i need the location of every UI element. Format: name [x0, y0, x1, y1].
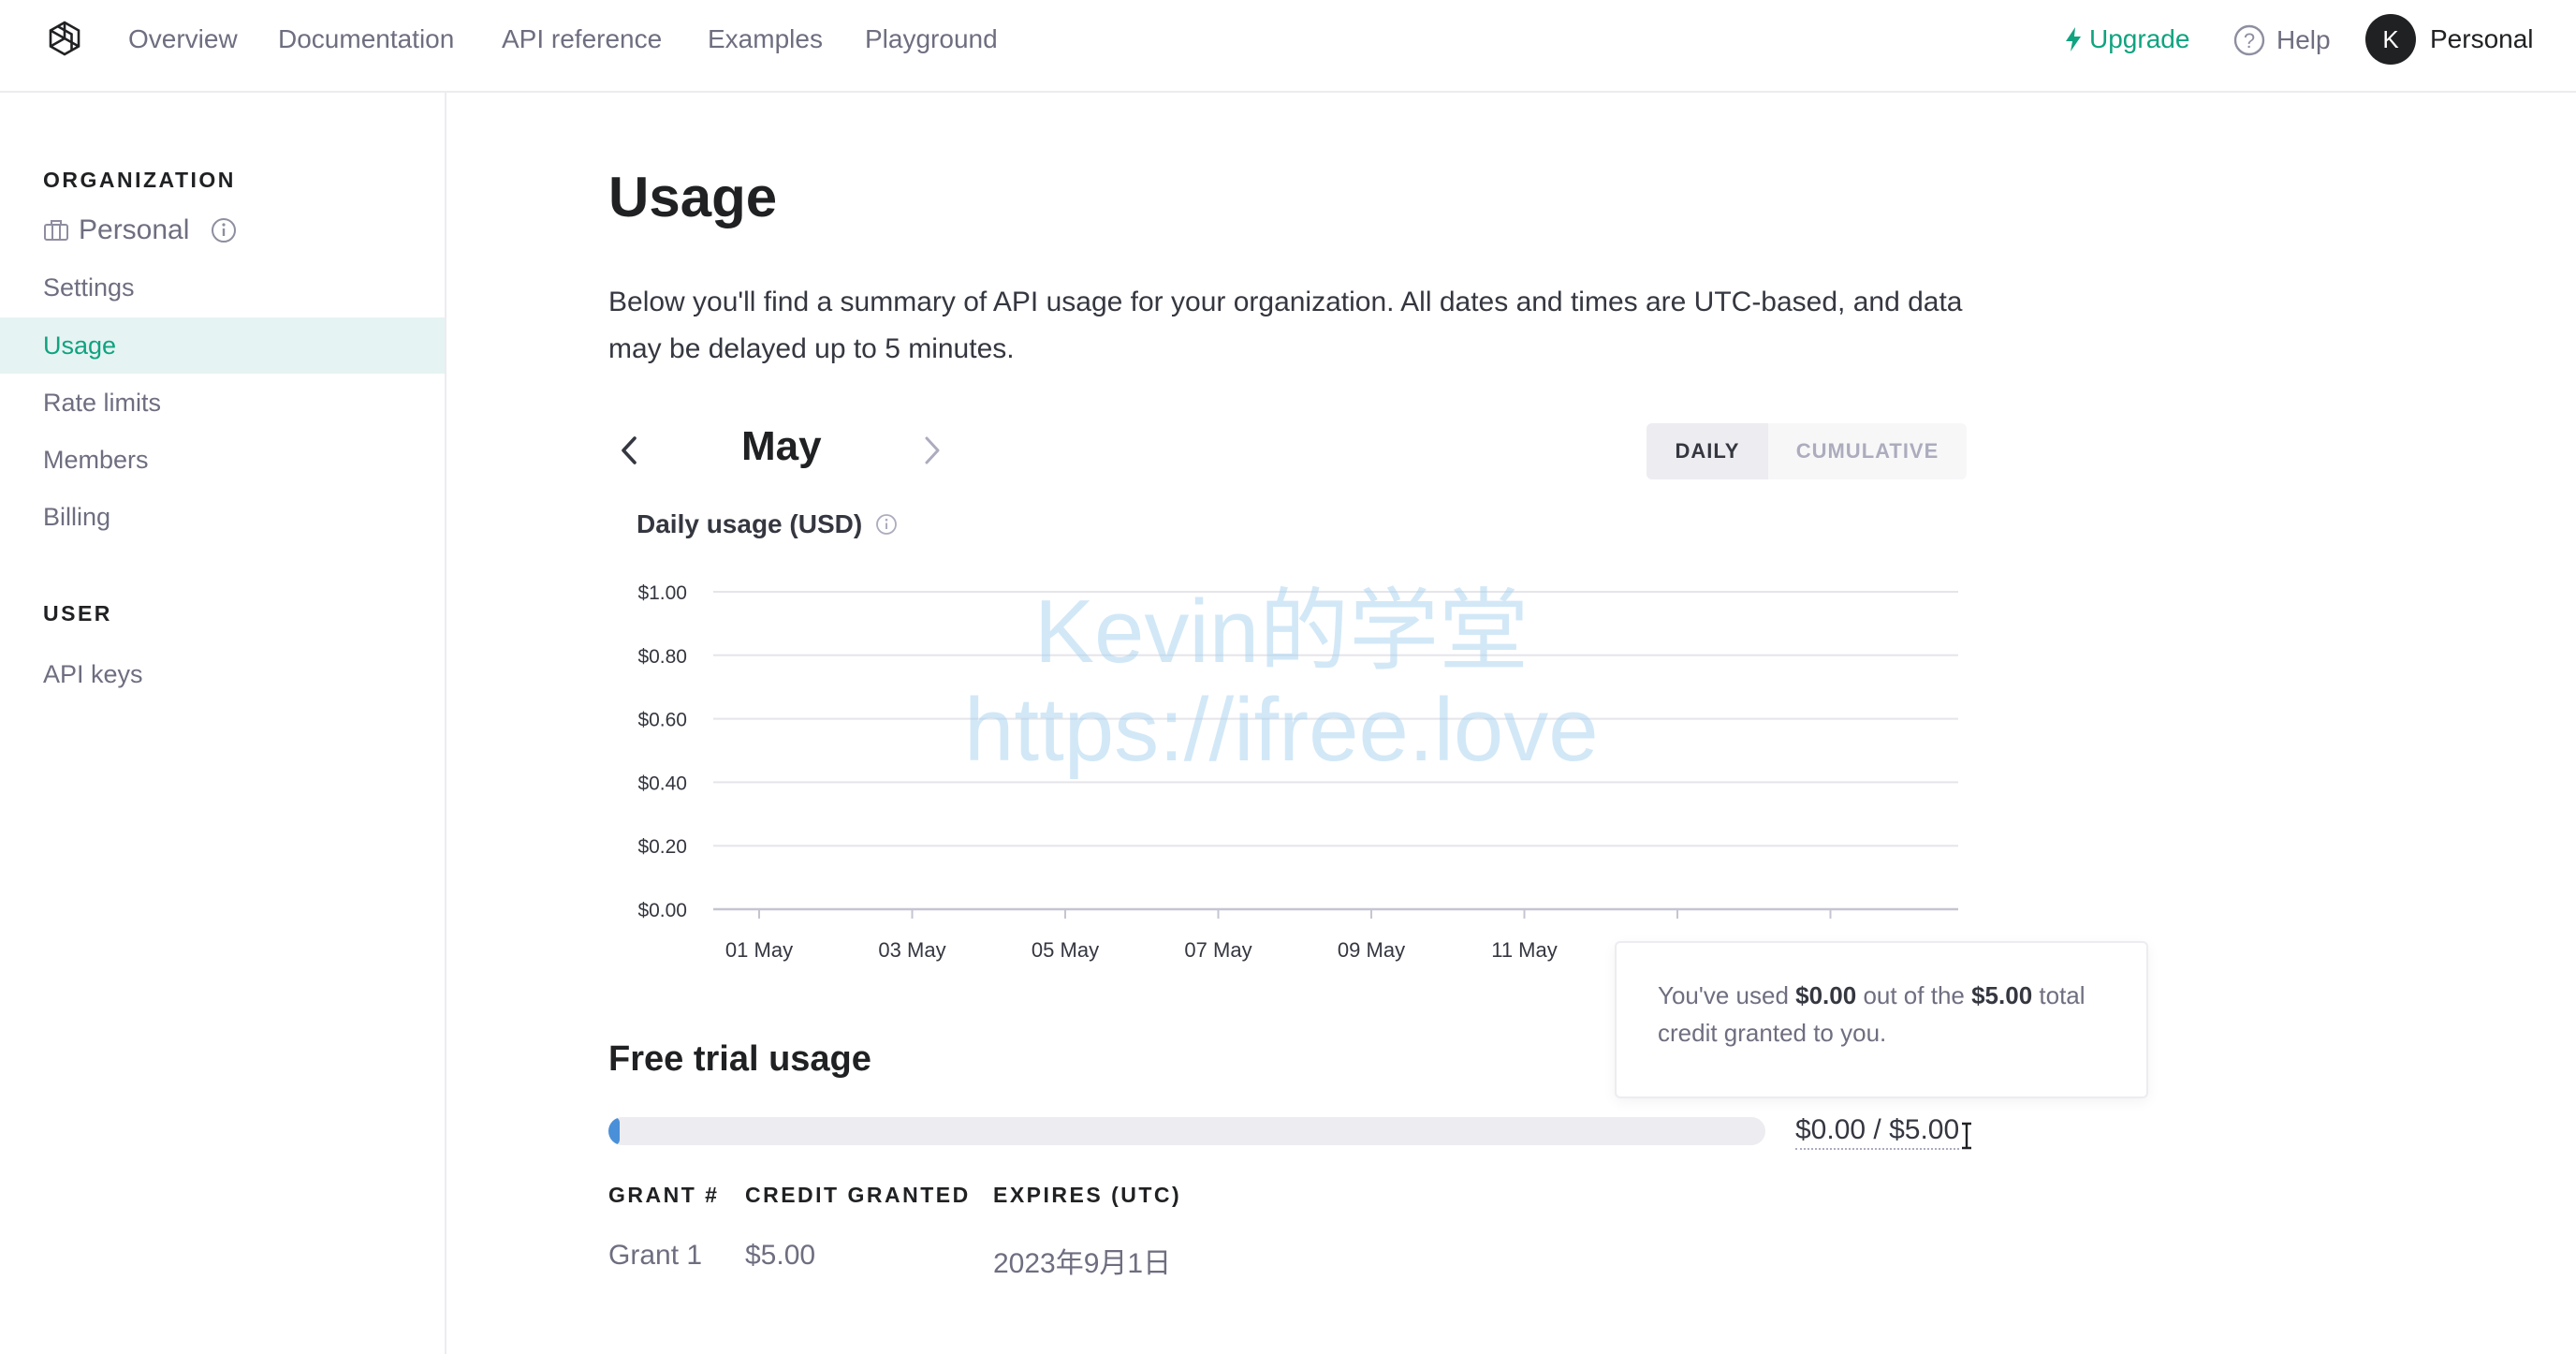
- x-tick-label: 03 May: [878, 938, 945, 962]
- toggle-cumulative[interactable]: CUMULATIVE: [1768, 423, 1967, 479]
- y-tick-label: $0.80: [637, 646, 687, 668]
- upgrade-label: Upgrade: [2089, 24, 2190, 53]
- y-tick-label: $0.60: [637, 710, 687, 731]
- grant-cell-credit: $5.00: [745, 1240, 816, 1271]
- credit-progress-text[interactable]: $0.00 / $5.00: [1795, 1114, 1960, 1150]
- chart-title-label: Daily usage (USD): [637, 509, 863, 538]
- credit-progress-bar: [608, 1117, 1765, 1145]
- free-trial-title: Free trial usage: [608, 1039, 871, 1079]
- sidebar-item-settings[interactable]: Settings: [0, 259, 445, 316]
- top-nav: Overview Documentation API reference Exa…: [0, 0, 2576, 93]
- nav-examples[interactable]: Examples: [708, 24, 823, 54]
- help-label: Help: [2276, 25, 2331, 54]
- x-tick-label: 09 May: [1338, 938, 1405, 962]
- grant-header-expires: EXPIRES (UTC): [993, 1183, 1182, 1207]
- nav-overview[interactable]: Overview: [128, 24, 238, 54]
- tooltip-used: $0.00: [1795, 981, 1857, 1009]
- building-icon: [44, 220, 68, 241]
- x-tick-label: 11 May: [1491, 938, 1558, 962]
- account-menu[interactable]: Personal: [2430, 24, 2534, 54]
- view-toggle: DAILY CUMULATIVE: [1647, 423, 1967, 479]
- credit-progress-fill: [608, 1117, 620, 1145]
- y-tick-label: $0.00: [637, 900, 687, 921]
- upgrade-link[interactable]: Upgrade: [2065, 24, 2189, 54]
- openai-logo-icon[interactable]: [41, 17, 88, 64]
- sidebar-item-billing[interactable]: Billing: [0, 489, 445, 545]
- x-tick-label: 07 May: [1184, 938, 1251, 962]
- month-navigator: May: [608, 418, 964, 483]
- text-cursor-icon: [1962, 1122, 1971, 1150]
- intro-text: Below you'll find a summary of API usage…: [608, 287, 1963, 364]
- toggle-daily[interactable]: DAILY: [1647, 423, 1768, 479]
- tooltip-total: $5.00: [1971, 981, 2033, 1009]
- grant-header-number: GRANT #: [608, 1183, 720, 1207]
- grant-cell-number: Grant 1: [608, 1240, 703, 1271]
- y-tick-label: $0.40: [637, 773, 687, 794]
- usage-tooltip: You've used $0.00 out of the $5.00 total…: [1615, 941, 2148, 1098]
- nav-documentation[interactable]: Documentation: [278, 24, 454, 54]
- y-tick-label: $0.20: [637, 836, 687, 858]
- watermark-line-2: https://ifree.love: [964, 680, 1599, 780]
- chart-title: Daily usage (USD): [637, 509, 898, 539]
- svg-text:?: ?: [2244, 29, 2255, 52]
- org-name: Personal: [79, 214, 190, 245]
- sidebar-item-api-keys[interactable]: API keys: [0, 646, 445, 702]
- nav-api-reference[interactable]: API reference: [502, 24, 662, 54]
- x-tick-label: 01 May: [725, 938, 793, 962]
- sidebar-heading-user: USER: [43, 601, 112, 625]
- sidebar-item-members[interactable]: Members: [0, 432, 445, 488]
- nav-playground[interactable]: Playground: [865, 24, 998, 54]
- grant-cell-expires: 2023年9月1日: [993, 1248, 1172, 1279]
- sidebar: ORGANIZATION Personal Settings Usage Rat…: [0, 93, 446, 1354]
- sidebar-item-usage[interactable]: Usage: [0, 317, 445, 374]
- sidebar-heading-organization: ORGANIZATION: [43, 168, 236, 192]
- x-tick-label: 05 May: [1032, 938, 1099, 962]
- tooltip-middle: out of the: [1856, 981, 1972, 1009]
- watermark-line-1: Kevin的学堂: [1034, 581, 1530, 682]
- org-selector[interactable]: Personal: [43, 214, 238, 246]
- chevron-right-icon[interactable]: [917, 434, 945, 466]
- info-icon[interactable]: [210, 216, 238, 244]
- help-link[interactable]: ? Help: [2233, 24, 2331, 56]
- avatar[interactable]: K: [2365, 14, 2416, 65]
- chevron-left-icon[interactable]: [616, 434, 644, 466]
- question-circle-icon: ?: [2233, 24, 2265, 56]
- sidebar-item-rate-limits[interactable]: Rate limits: [0, 375, 445, 431]
- lightning-icon: [2066, 27, 2081, 52]
- page-title: Usage: [608, 166, 778, 228]
- grant-header-credit: CREDIT GRANTED: [745, 1183, 971, 1207]
- info-icon[interactable]: [875, 513, 898, 536]
- month-label: May: [741, 423, 822, 469]
- y-tick-label: $1.00: [637, 582, 687, 604]
- tooltip-prefix: You've used: [1658, 981, 1796, 1009]
